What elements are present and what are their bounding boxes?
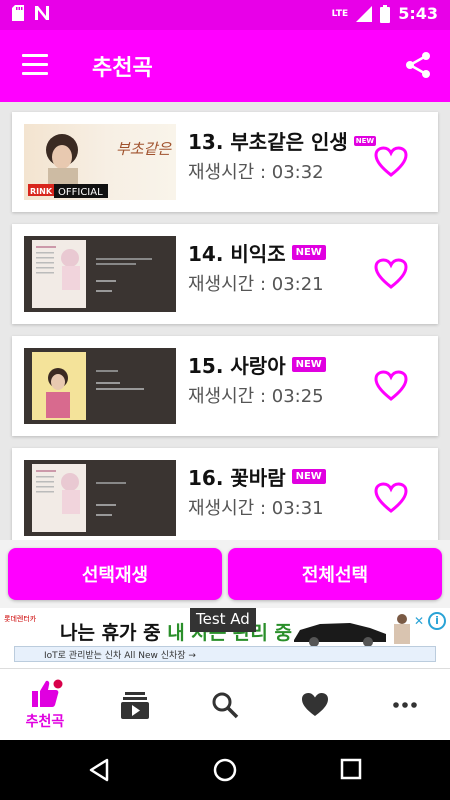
home-icon[interactable] xyxy=(213,758,237,782)
network-type: LTE xyxy=(331,8,349,19)
heart-icon[interactable] xyxy=(374,146,408,178)
nav-playlist[interactable] xyxy=(90,669,180,741)
song-title: 15. 사랑아 NEW xyxy=(188,350,326,379)
song-duration: 재생시간 : 03:21 xyxy=(188,274,324,295)
heart-icon[interactable] xyxy=(374,482,408,514)
nav-favorites[interactable] xyxy=(270,669,360,741)
song-title: 14. 비익조 NEW xyxy=(188,238,326,267)
album-thumbnail xyxy=(24,460,176,536)
album-thumbnail: 부초같은 인생 RINK OFFICIAL xyxy=(24,124,176,200)
share-icon[interactable] xyxy=(404,51,432,79)
ad-headline: 나는 휴가 중 내 차는 관리 중 xyxy=(60,622,292,644)
album-art-graphic xyxy=(32,352,144,420)
song-duration: 재생시간 : 03:25 xyxy=(188,386,324,407)
new-badge: NEW xyxy=(353,135,377,146)
bottom-nav: 추천곡 xyxy=(0,668,450,740)
svg-text:부초같은 인생: 부초같은 인생 xyxy=(116,140,176,158)
n-app-icon xyxy=(35,6,49,20)
song-card-16[interactable]: 16. 꽃바람 NEW 재생시간 : 03:31 xyxy=(12,448,438,540)
svg-text:RINK: RINK xyxy=(30,187,53,196)
album-thumbnail xyxy=(24,236,176,312)
heart-filled-icon xyxy=(302,693,328,716)
video-playlist-icon xyxy=(121,692,149,719)
clock: 5:43 xyxy=(398,4,438,23)
album-art-graphic xyxy=(32,464,126,532)
nav-recommend[interactable]: 추천곡 xyxy=(0,669,90,741)
status-bar: LTE 5:43 xyxy=(0,0,450,30)
thumbs-up-icon xyxy=(32,679,63,707)
app-bar: 추천곡 xyxy=(0,30,450,102)
nav-more[interactable] xyxy=(360,669,450,741)
album-art-graphic: 부초같은 인생 RINK OFFICIAL xyxy=(28,134,176,198)
heart-icon[interactable] xyxy=(374,370,408,402)
more-icon xyxy=(393,702,417,708)
new-badge: NEW xyxy=(291,245,326,260)
ad-subline: IoT로 관리받는 신차 All New 신차장 → xyxy=(44,651,196,661)
song-title: 13. 부초같은 인생 NEW xyxy=(188,130,377,154)
action-bar: 선택재생 전체선택 xyxy=(0,540,450,608)
song-card-14[interactable]: 14. 비익조 NEW 재생시간 : 03:21 xyxy=(12,224,438,324)
song-card-13[interactable]: 부초같은 인생 RINK OFFICIAL 13. 부초같은 인생NEW 재생시… xyxy=(12,112,438,212)
song-list[interactable]: 부초같은 인생 RINK OFFICIAL 13. 부초같은 인생NEW 재생시… xyxy=(0,102,450,540)
album-thumbnail xyxy=(24,348,176,424)
battery-icon xyxy=(380,4,391,23)
new-badge: NEW xyxy=(291,469,326,484)
test-ad-label: Test Ad xyxy=(190,608,256,632)
ad-banner[interactable]: 롯데렌터카 나는 휴가 중 내 차는 관리 중 IoT로 관리받는 신차 All… xyxy=(0,608,450,668)
select-all-button[interactable]: 전체선택 xyxy=(228,548,442,600)
adchoices-icon[interactable]: i xyxy=(428,612,446,630)
back-icon[interactable] xyxy=(88,758,110,782)
heart-icon[interactable] xyxy=(374,258,408,290)
ad-brand: 롯데렌터카 xyxy=(4,615,37,623)
svg-text:OFFICIAL: OFFICIAL xyxy=(58,187,103,198)
play-selected-button[interactable]: 선택재생 xyxy=(8,548,222,600)
ad-close-icon[interactable]: ✕ xyxy=(414,614,424,628)
menu-icon[interactable] xyxy=(22,54,48,76)
song-duration: 재생시간 : 03:31 xyxy=(188,498,324,519)
system-nav-bar xyxy=(0,740,450,800)
song-duration: 재생시간 : 03:32 xyxy=(188,162,324,183)
new-badge: NEW xyxy=(291,357,326,372)
signal-icon xyxy=(356,5,373,22)
recents-icon[interactable] xyxy=(340,758,362,780)
car-image xyxy=(294,623,386,647)
sd-card-icon xyxy=(12,5,24,21)
search-icon xyxy=(212,692,239,719)
page-title: 추천곡 xyxy=(92,56,153,81)
nav-recommend-label: 추천곡 xyxy=(25,714,65,730)
song-card-15[interactable]: 15. 사랑아 NEW 재생시간 : 03:25 xyxy=(12,336,438,436)
person-image xyxy=(394,614,410,644)
song-title: 16. 꽃바람 NEW xyxy=(188,462,326,491)
album-art-graphic xyxy=(32,240,152,308)
nav-search[interactable] xyxy=(180,669,270,741)
